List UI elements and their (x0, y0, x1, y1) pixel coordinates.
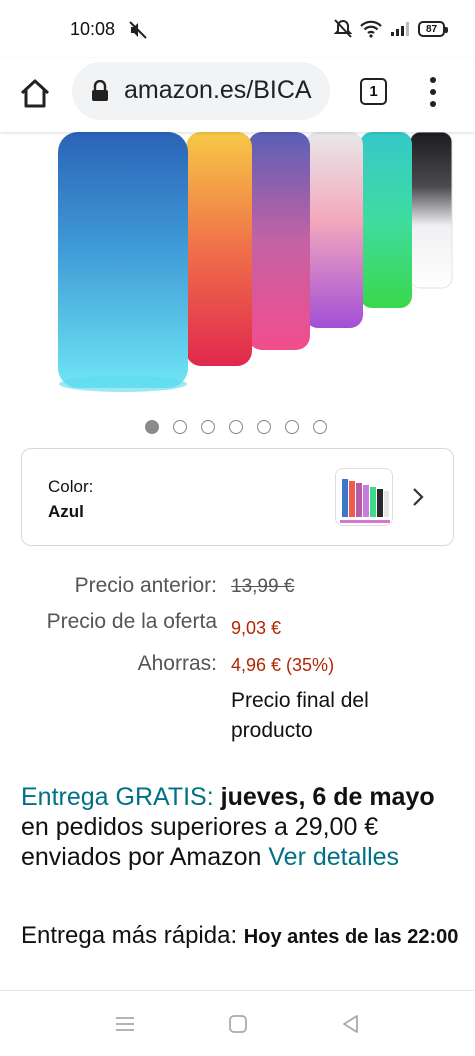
status-icons: 87 (334, 18, 448, 40)
color-label: Color: (48, 477, 94, 496)
carousel-dot[interactable] (201, 420, 215, 434)
product-image[interactable] (0, 132, 475, 404)
carousel-dot[interactable] (229, 420, 243, 434)
savings-value: 4,96 € (35%) (231, 655, 335, 675)
deal-price-value: 9,03 € (231, 618, 282, 638)
address-bar[interactable]: amazon.es/BICA (72, 62, 330, 120)
price-deal-row: Precio de la oferta 9,03 € (0, 610, 475, 638)
delivery-date: jueves, 6 de mayo (220, 783, 435, 811)
signal-icon (391, 22, 409, 36)
savings-label: Ahorras: (137, 652, 217, 675)
carousel-dot[interactable] (313, 420, 327, 434)
overflow-menu-icon[interactable] (418, 74, 448, 110)
color-thumbnail (335, 468, 393, 526)
system-navigation-bar (0, 990, 475, 1056)
carousel-dot[interactable] (257, 420, 271, 434)
browser-toolbar: amazon.es/BICA 1 (0, 58, 475, 132)
final-price-note: Precio final del producto (231, 689, 369, 742)
carousel-dot[interactable] (285, 420, 299, 434)
home-icon[interactable] (18, 76, 52, 110)
recent-apps-icon[interactable] (114, 1013, 136, 1035)
wifi-icon (360, 20, 382, 38)
lock-icon (92, 80, 108, 101)
faster-delivery-label: Entrega más rápida: (21, 922, 238, 949)
previous-price-label: Precio anterior: (74, 574, 217, 597)
carousel-dot[interactable] (145, 420, 159, 434)
faster-delivery-info: Entrega más rápida: Hoy antes de las 22:… (21, 920, 461, 953)
price-previous-row: Precio anterior: 13,99 € (0, 574, 475, 602)
url-text: amazon.es/BICA (124, 76, 312, 104)
back-icon[interactable] (340, 1013, 362, 1035)
chevron-right-icon (413, 488, 424, 506)
delivery-details-link[interactable]: Ver detalles (268, 843, 399, 871)
color-value: Azul (48, 502, 84, 521)
image-carousel-indicator (145, 420, 327, 434)
deal-price-label: Precio de la oferta (46, 610, 217, 633)
mute-icon (129, 21, 147, 39)
home-nav-icon[interactable] (227, 1013, 249, 1035)
status-time: 10:08 (70, 19, 116, 39)
price-savings-row: Ahorras: 4,96 € (35%) (0, 652, 475, 680)
color-selector[interactable]: Color: Azul (21, 448, 454, 546)
battery-icon: 87 (418, 21, 448, 37)
delivery-info: Entrega GRATIS: jueves, 6 de mayo en ped… (21, 782, 461, 872)
carousel-dot[interactable] (173, 420, 187, 434)
tab-switcher-button[interactable]: 1 (360, 78, 387, 105)
notifications-off-icon (334, 19, 352, 38)
previous-price-value: 13,99 € (231, 576, 295, 597)
product-photo (0, 132, 475, 404)
free-delivery-label: Entrega GRATIS: (21, 783, 214, 811)
status-bar: 10:08 87 (0, 0, 475, 58)
faster-delivery-value: Hoy antes de las 22:00 (243, 926, 459, 948)
